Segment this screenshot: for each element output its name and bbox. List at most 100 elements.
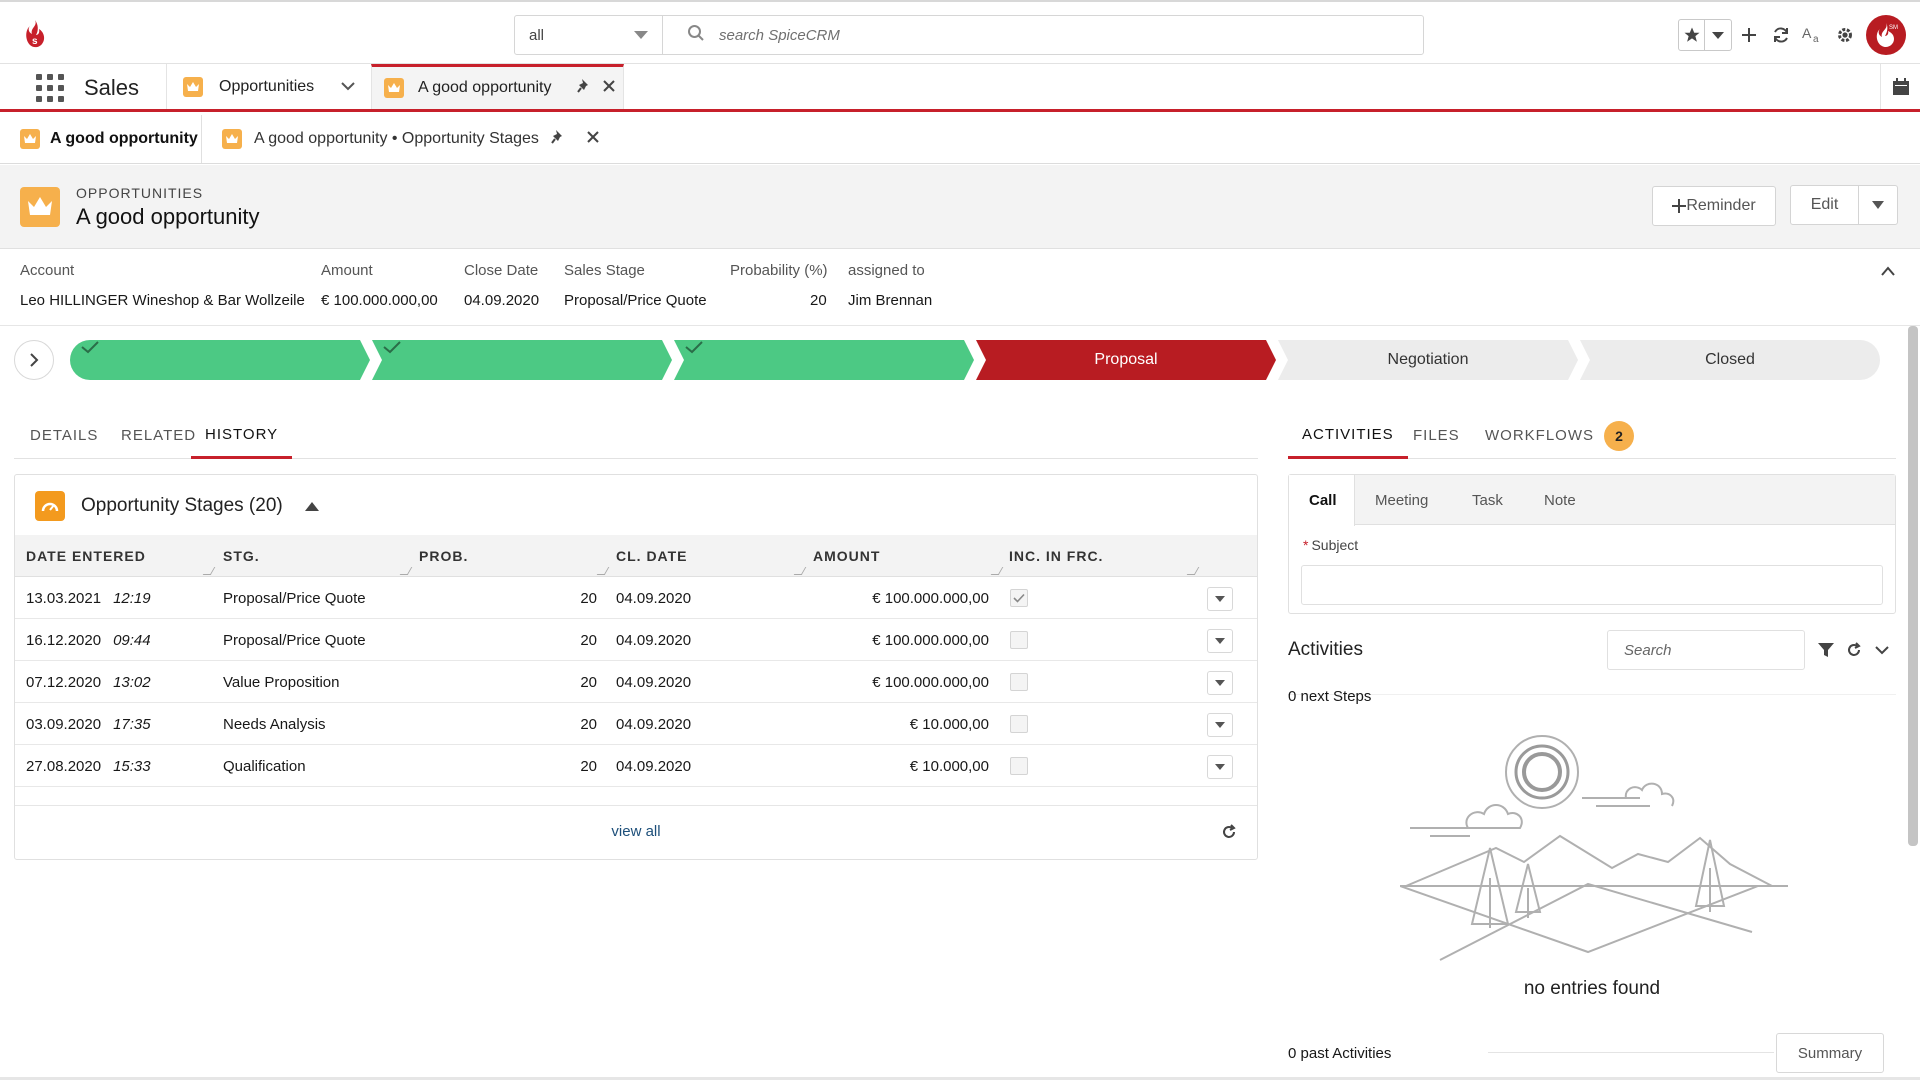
composer-tab-task[interactable]: Task: [1472, 475, 1503, 525]
tab-activities[interactable]: ACTIVITIES: [1288, 412, 1408, 459]
tab-details[interactable]: DETAILS: [30, 412, 98, 459]
refresh-icon[interactable]: [1840, 636, 1868, 664]
chevron-down-icon[interactable]: [341, 78, 355, 96]
stage-5[interactable]: Negotiation: [1288, 340, 1568, 380]
composer-tab-note[interactable]: Note: [1544, 475, 1576, 525]
spicecrm-logo[interactable]: s: [22, 18, 48, 50]
user-avatar[interactable]: SM: [1866, 15, 1906, 55]
pin-icon[interactable]: [577, 78, 591, 99]
tab-related[interactable]: RELATED: [121, 412, 196, 459]
view-all-link[interactable]: view all: [15, 823, 1257, 840]
sales-stage-path: Proposal Negotiation Closed: [70, 340, 1896, 380]
text-size-icon[interactable]: Aa: [1798, 19, 1828, 51]
highlight-label: Account: [20, 262, 75, 279]
card-header: Opportunity Stages (20): [15, 475, 1257, 535]
column-resize-handle[interactable]: [399, 567, 413, 575]
table-row[interactable]: 27.08.2020 15:33 Qualification 20 04.09.2020…: [15, 745, 1257, 787]
column-resize-handle[interactable]: [596, 567, 610, 575]
summary-button[interactable]: Summary: [1776, 1033, 1884, 1073]
date-value: 27.08.2020: [26, 757, 102, 775]
row-actions-button[interactable]: [1207, 629, 1233, 653]
refresh-icon[interactable]: [1766, 19, 1796, 51]
add-icon[interactable]: [1734, 19, 1764, 51]
stage-2[interactable]: [382, 340, 662, 380]
column-included-in-forecast[interactable]: INC. IN FRC.: [1009, 535, 1103, 577]
included-in-forecast-checkbox[interactable]: [1010, 715, 1028, 733]
date-entered-cell: 27.08.2020 15:33: [26, 745, 151, 787]
pin-icon[interactable]: [551, 129, 565, 150]
stage-6[interactable]: Closed: [1590, 340, 1870, 380]
tab-files[interactable]: FILES: [1413, 412, 1460, 459]
close-icon[interactable]: [603, 79, 616, 97]
column-close-date[interactable]: CL. DATE: [616, 535, 688, 577]
column-resize-handle[interactable]: [1186, 567, 1200, 575]
table-row[interactable]: 03.09.2020 17:35 Needs Analysis 20 04.09.202…: [15, 703, 1257, 745]
edit-button[interactable]: Edit: [1791, 186, 1859, 224]
empty-state-text: no entries found: [1523, 978, 1661, 999]
column-amount[interactable]: AMOUNT: [813, 535, 880, 577]
included-in-forecast-checkbox[interactable]: [1010, 757, 1028, 775]
subject-input[interactable]: [1301, 565, 1883, 605]
path-toggle-button[interactable]: [14, 340, 54, 380]
row-actions-button[interactable]: [1207, 671, 1233, 695]
subtab-record[interactable]: A good opportunity: [0, 115, 202, 163]
app-launcher-icon[interactable]: [36, 74, 64, 102]
app-tab-record[interactable]: A good opportunity: [371, 64, 624, 109]
assigned-user-link[interactable]: Jim Brennan: [848, 292, 932, 309]
row-actions-button[interactable]: [1207, 587, 1233, 611]
calendar-icon[interactable]: [1880, 64, 1920, 109]
included-in-forecast-checkbox[interactable]: [1010, 631, 1028, 649]
column-resize-handle[interactable]: [793, 567, 807, 575]
workflows-count-badge: 2: [1604, 420, 1634, 451]
table-row[interactable]: 13.03.2021 12:19 Proposal/Price Quote 20 04.…: [15, 577, 1257, 619]
column-stage[interactable]: STG.: [223, 535, 260, 577]
app-tab-opportunities[interactable]: Opportunities: [166, 64, 371, 109]
stage-1[interactable]: [80, 340, 360, 380]
page-scrollbar[interactable]: [1908, 326, 1918, 846]
account-link[interactable]: Leo HILLINGER Wineshop & Bar Wollzeile: [20, 292, 305, 309]
stage-4[interactable]: Proposal: [986, 340, 1266, 380]
star-icon[interactable]: [1679, 20, 1705, 50]
composer-tab-call[interactable]: Call: [1289, 475, 1355, 526]
stage-3[interactable]: [684, 340, 964, 380]
tab-workflows[interactable]: WORKFLOWS 2: [1485, 412, 1634, 459]
activities-search-input[interactable]: [1607, 630, 1805, 670]
collapse-card-icon[interactable]: [305, 502, 319, 511]
crown-icon: [20, 187, 60, 227]
subtab-opportunity-stages[interactable]: A good opportunity • Opportunity Stages: [202, 115, 602, 163]
column-probability[interactable]: PROB.: [419, 535, 468, 577]
chevron-down-icon[interactable]: [1868, 636, 1896, 664]
chevron-up-icon[interactable]: [1880, 264, 1896, 281]
included-in-forecast-checkbox[interactable]: [1010, 673, 1028, 691]
date-entered-cell: 16.12.2020 09:44: [26, 619, 151, 661]
search-scope-select[interactable]: all: [515, 16, 663, 54]
crown-icon: [20, 129, 40, 149]
date-value: 03.09.2020: [26, 715, 102, 733]
column-date-entered[interactable]: DATE ENTERED: [26, 535, 146, 577]
table-row[interactable]: 16.12.2020 09:44 Proposal/Price Quote 20 04.…: [15, 619, 1257, 661]
app-tab-label: A good opportunity: [418, 79, 552, 96]
column-resize-handle[interactable]: [202, 567, 216, 575]
add-reminder-button[interactable]: Reminder: [1652, 186, 1776, 226]
gear-icon[interactable]: [1830, 19, 1860, 51]
chevron-down-icon: [1872, 201, 1884, 209]
activities-tools: [1812, 636, 1896, 664]
search-input[interactable]: [719, 26, 1319, 44]
row-actions-button[interactable]: [1207, 755, 1233, 779]
refresh-icon[interactable]: [1221, 824, 1237, 844]
avatar-initials: SM: [1889, 25, 1898, 31]
highlight-value: 20: [810, 292, 827, 309]
more-actions-button[interactable]: [1859, 186, 1897, 224]
table-row[interactable]: 07.12.2020 13:02 Value Proposition 20 04.09.…: [15, 661, 1257, 703]
filter-icon[interactable]: [1812, 636, 1840, 664]
composer-tab-meeting[interactable]: Meeting: [1375, 475, 1428, 525]
column-resize-handle[interactable]: [990, 567, 1004, 575]
favorites-dropdown-icon[interactable]: [1705, 20, 1731, 50]
header-tools: Aa SM: [1678, 15, 1906, 55]
tab-history[interactable]: HISTORY: [191, 412, 293, 459]
activity-composer: Call Meeting Task Note * Subject: [1288, 474, 1896, 614]
included-in-forecast-checkbox[interactable]: [1010, 589, 1028, 607]
divider: [1488, 1052, 1774, 1053]
close-icon[interactable]: [587, 130, 599, 148]
row-actions-button[interactable]: [1207, 713, 1233, 737]
